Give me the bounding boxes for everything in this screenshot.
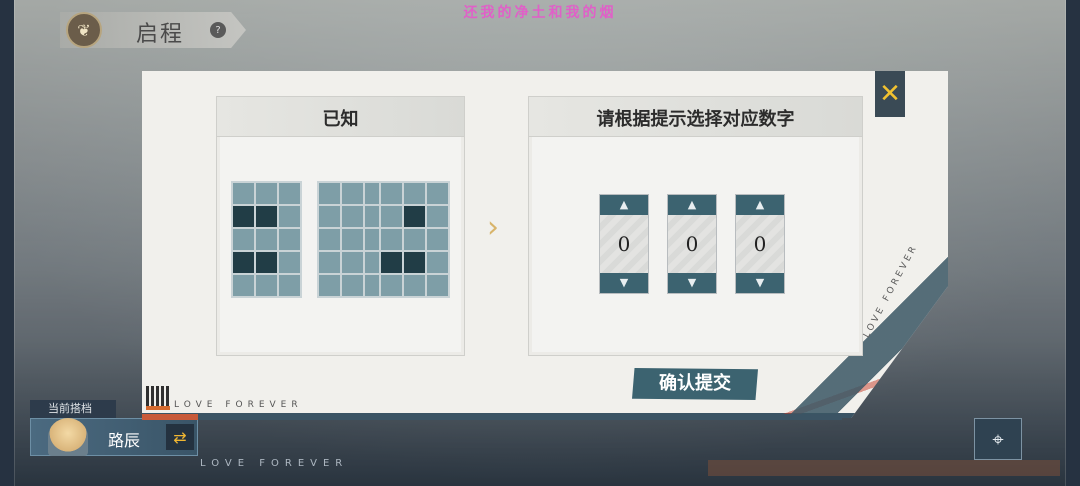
grid-cell-empty: [427, 229, 448, 250]
grid-cell-empty: [319, 206, 340, 227]
digit-value: 0: [736, 215, 784, 273]
choose-panel-title: 请根据提示选择对应数字: [596, 109, 795, 130]
grid-cell-empty: [233, 275, 254, 296]
increment-up-icon[interactable]: ▲: [668, 195, 716, 215]
grid-cell-empty: [279, 206, 300, 227]
grid-cell-filled: [256, 206, 277, 227]
dialog-bottom-stripe: [142, 414, 842, 420]
right-border: [1066, 0, 1080, 486]
digit-spinner-2: ▲ 0 ▼: [667, 194, 717, 294]
digit-spinner-1: ▲ 0 ▼: [599, 194, 649, 294]
grid-cell-empty: [279, 229, 300, 250]
grid-cell-empty: [256, 229, 277, 250]
partner-label: 当前搭档: [30, 400, 116, 418]
grid-cell-filled: [404, 206, 425, 227]
grid-cell-empty: [342, 252, 363, 273]
grid-cell-filled: [233, 206, 254, 227]
barcode-logo-icon: [146, 386, 170, 410]
decrement-down-icon[interactable]: ▼: [736, 273, 784, 293]
decrement-down-icon[interactable]: ▼: [668, 273, 716, 293]
digit-spinner-3: ▲ 0 ▼: [735, 194, 785, 294]
confirm-submit-button[interactable]: 确认提交: [632, 368, 758, 400]
grid-cell-empty: [427, 252, 448, 273]
known-grid-3: [379, 181, 450, 298]
grid-cell-empty: [404, 229, 425, 250]
grid-cell-empty: [342, 229, 363, 250]
swap-arrows-icon[interactable]: ⇄: [166, 424, 194, 450]
grid-cell-empty: [233, 229, 254, 250]
footer-strip: [708, 460, 1060, 476]
grid-cell-empty: [256, 275, 277, 296]
grid-cell-empty: [381, 229, 402, 250]
grid-cell-empty: [427, 275, 448, 296]
choose-panel-header: 请根据提示选择对应数字: [529, 97, 862, 137]
increment-up-icon[interactable]: ▲: [600, 195, 648, 215]
grid-cell-empty: [404, 275, 425, 296]
dialog-watermark: LOVE FOREVER: [174, 400, 303, 410]
grid-cell-empty: [279, 183, 300, 204]
map-pin-icon[interactable]: ⌖: [974, 418, 1022, 460]
left-border: [0, 0, 14, 486]
known-panel-header: 已知: [217, 97, 464, 137]
close-icon[interactable]: ✕: [875, 71, 905, 117]
grid-cell-filled: [256, 252, 277, 273]
grid-cell-empty: [342, 206, 363, 227]
grid-cell-filled: [233, 252, 254, 273]
grid-cell-empty: [256, 183, 277, 204]
known-grid-1: [231, 181, 302, 298]
grid-cell-empty: [381, 183, 402, 204]
grid-cell-empty: [233, 183, 254, 204]
grid-cell-empty: [342, 183, 363, 204]
grid-cell-empty: [279, 252, 300, 273]
grid-cell-filled: [404, 252, 425, 273]
known-panel-title: 已知: [322, 109, 359, 130]
partner-avatar: [48, 418, 88, 456]
decrement-down-icon[interactable]: ▼: [600, 273, 648, 293]
grid-cell-empty: [319, 229, 340, 250]
footer-watermark: LOVE FOREVER: [200, 458, 349, 469]
increment-up-icon[interactable]: ▲: [736, 195, 784, 215]
partner-name: 路辰: [108, 431, 141, 450]
grid-cell-empty: [381, 206, 402, 227]
subtitle-text: 还我的净土和我的烟: [463, 5, 617, 21]
grid-cell-empty: [342, 275, 363, 296]
grid-cell-empty: [319, 252, 340, 273]
chevron-right-icon: ›: [487, 210, 499, 245]
grid-cell-empty: [404, 183, 425, 204]
known-grid-2: [317, 181, 388, 298]
grid-cell-empty: [381, 275, 402, 296]
digit-value: 0: [600, 215, 648, 273]
grid-cell-empty: [427, 183, 448, 204]
grid-cell-empty: [319, 275, 340, 296]
digit-value: 0: [668, 215, 716, 273]
question-icon[interactable]: ?: [210, 22, 226, 38]
grid-cell-filled: [381, 252, 402, 273]
grid-cell-empty: [279, 275, 300, 296]
grid-cell-empty: [319, 183, 340, 204]
grid-cell-empty: [427, 206, 448, 227]
